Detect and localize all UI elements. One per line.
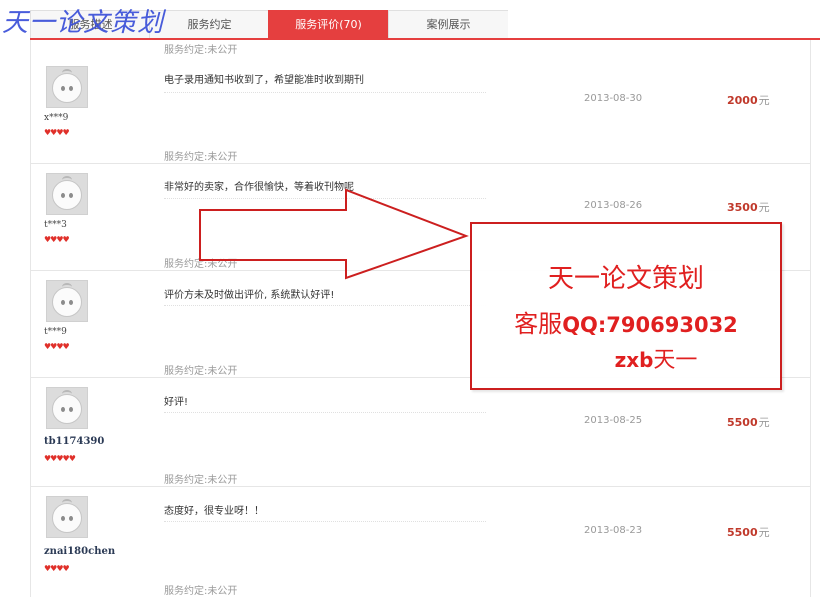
price: 2000元: [727, 92, 770, 108]
rating-hearts-icon: ♥♥♥♥: [44, 564, 70, 573]
avatar-face-icon: [52, 394, 82, 424]
review-comment: 评价方未及时做出评价, 系统默认好评!: [164, 290, 335, 301]
rating-hearts-icon: ♥♥♥♥: [44, 342, 70, 351]
price: 5500元: [727, 414, 770, 430]
price-value: 5500: [727, 416, 758, 429]
divider: [164, 521, 486, 522]
price-unit: 元: [758, 201, 770, 214]
avatar[interactable]: [46, 173, 88, 215]
review-item: x***9 ♥♥♥♥ 电子录用通知书收到了，希望能准时收到期刊 2013-08-…: [30, 56, 810, 164]
review-item: tb1174390 ♥♥♥♥♥ 好评! 2013-08-25 5500元 服务约…: [30, 378, 810, 487]
avatar-face-icon: [52, 180, 82, 210]
service-agreement: 服务约定:未公开: [164, 366, 238, 377]
promo-contact-label: 客服: [514, 310, 563, 338]
promo-overlay: 天一论文策划 客服QQ:790693032 zxb天一: [470, 222, 782, 390]
review-comment: 态度好，很专业呀！！: [164, 506, 264, 517]
review-date: 2013-08-23: [584, 525, 643, 536]
promo-title: 天一论文策划: [547, 264, 704, 294]
previous-review-agreement: 服务约定:未公开: [164, 45, 238, 56]
reviewer-name[interactable]: t***3: [44, 220, 67, 230]
tab-case-showcase[interactable]: 案例展示: [388, 10, 508, 40]
price-value: 2000: [727, 94, 758, 107]
price: 5500元: [727, 524, 770, 540]
reviewer-name[interactable]: t***9: [44, 327, 67, 337]
promo-signature-cn: 天一: [653, 348, 698, 373]
avatar-face-icon: [52, 73, 82, 103]
divider: [164, 92, 486, 93]
divider: [164, 412, 486, 413]
service-agreement: 服务约定:未公开: [164, 475, 238, 486]
service-agreement: 服务约定:未公开: [164, 586, 238, 597]
tab-service-reviews[interactable]: 服务评价(70): [268, 10, 388, 40]
review-date: 2013-08-26: [584, 200, 643, 211]
watermark-text: 天一论文策划: [2, 8, 165, 38]
promo-qq: QQ:790693032: [562, 313, 738, 337]
avatar[interactable]: [46, 496, 88, 538]
rating-hearts-icon: ♥♥♥♥♥: [44, 454, 76, 463]
avatar[interactable]: [46, 280, 88, 322]
arrow-right-icon: [199, 188, 469, 280]
promo-contact: 客服QQ:790693032: [472, 304, 780, 339]
rating-hearts-icon: ♥♥♥♥: [44, 235, 70, 244]
promo-signature: zxb天一: [502, 342, 810, 374]
price-unit: 元: [758, 526, 770, 539]
divider: [164, 305, 486, 306]
price-unit: 元: [758, 416, 770, 429]
rating-hearts-icon: ♥♥♥♥: [44, 128, 70, 137]
list-border-right: [810, 40, 811, 597]
reviewer-name[interactable]: tb1174390: [44, 436, 104, 447]
avatar[interactable]: [46, 387, 88, 429]
tab-service-agreement[interactable]: 服务约定: [149, 10, 269, 40]
review-comment: 好评!: [164, 397, 189, 408]
reviewer-name[interactable]: x***9: [44, 113, 68, 123]
review-item: znai180chen ♥♥♥♥ 态度好，很专业呀！！ 2013-08-23 5…: [30, 487, 810, 597]
avatar-face-icon: [52, 503, 82, 533]
avatar[interactable]: [46, 66, 88, 108]
price-value: 3500: [727, 201, 758, 214]
reviewer-name[interactable]: znai180chen: [44, 546, 115, 557]
price-unit: 元: [758, 94, 770, 107]
service-agreement: 服务约定:未公开: [164, 152, 238, 163]
promo-signature-en: zxb: [614, 348, 654, 372]
price: 3500元: [727, 199, 770, 215]
review-comment: 电子录用通知书收到了，希望能准时收到期刊: [164, 75, 364, 86]
price-value: 5500: [727, 526, 758, 539]
review-date: 2013-08-25: [584, 415, 643, 426]
review-date: 2013-08-30: [584, 93, 643, 104]
avatar-face-icon: [52, 287, 82, 317]
